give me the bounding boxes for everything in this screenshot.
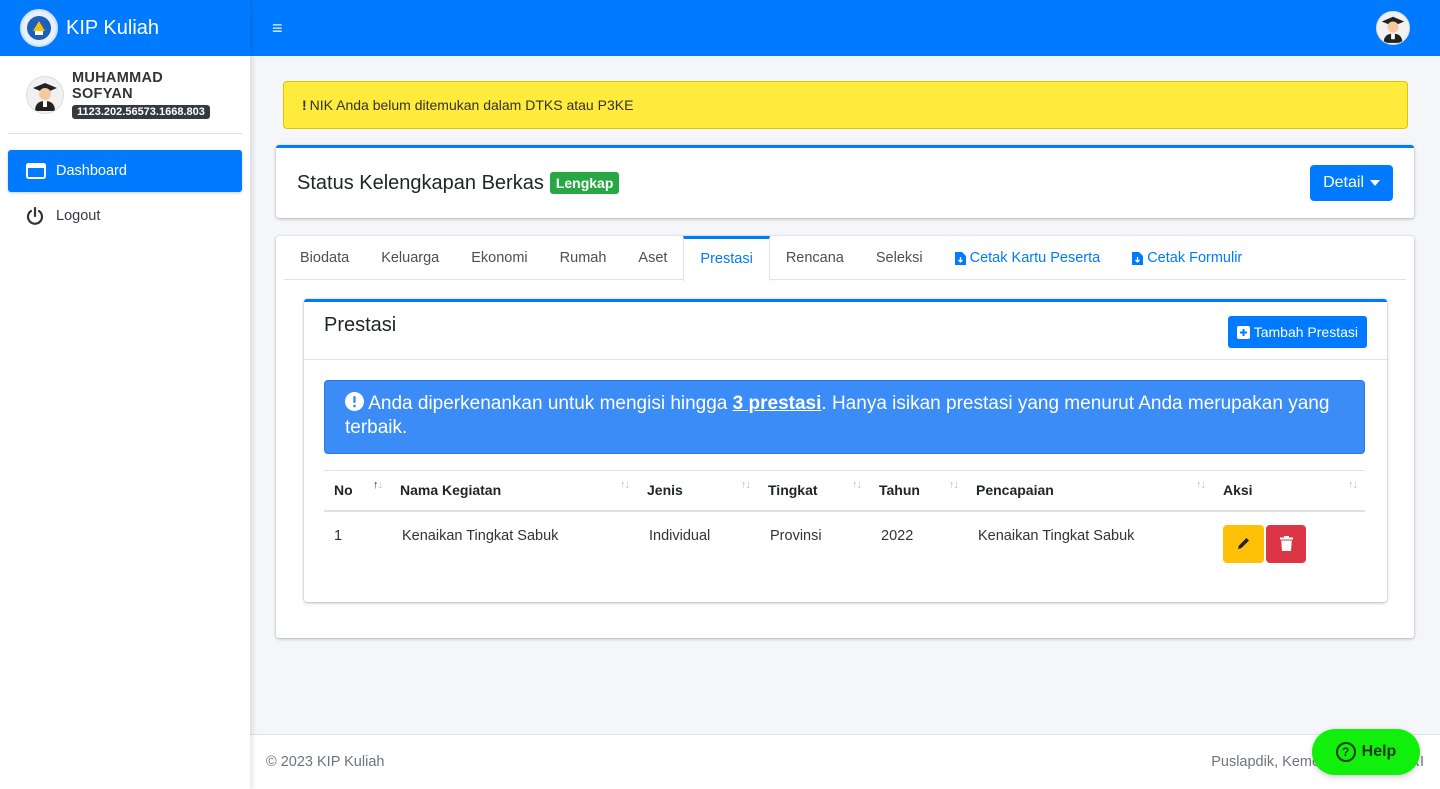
brand-title: KIP Kuliah bbox=[66, 16, 160, 39]
column-header-pencapaian[interactable]: Pencapaian ↑↓ bbox=[966, 470, 1213, 512]
sort-icon: ↑↓ bbox=[620, 479, 630, 491]
column-header-no[interactable]: No ↑↓ bbox=[324, 470, 390, 512]
user-panel: MUHAMMAD SOFYAN 1123.202.56573.1668.803 bbox=[8, 56, 242, 134]
column-header-aksi[interactable]: Aksi ↑↓ bbox=[1213, 470, 1365, 512]
cell-tingkat: Provinsi bbox=[770, 527, 822, 544]
sort-icon: ↑↓ bbox=[1348, 479, 1358, 491]
tut-wuri-logo-icon bbox=[20, 9, 58, 47]
sort-asc-icon: ↑↓ bbox=[373, 479, 383, 491]
status-title: Status Kelengkapan Berkas bbox=[297, 171, 544, 194]
user-menu-avatar[interactable] bbox=[1376, 11, 1410, 45]
cell-aksi bbox=[1213, 511, 1365, 579]
question-circle-icon: ? bbox=[1335, 742, 1356, 762]
sidebar-item-logout[interactable]: Logout bbox=[8, 195, 242, 237]
window-icon bbox=[26, 163, 48, 179]
sort-icon: ↑↓ bbox=[1196, 479, 1206, 491]
detail-button-label: Detail bbox=[1323, 174, 1364, 191]
info-text-pre: Anda diperkenankan untuk mengisi hingga bbox=[368, 393, 733, 414]
trash-icon bbox=[1279, 536, 1293, 551]
pencil-icon bbox=[1238, 538, 1249, 549]
add-prestasi-button[interactable]: Tambah Prestasi bbox=[1227, 316, 1367, 348]
table-header-row: No ↑↓ Nama Kegiatan ↑↓ Jenis ↑↓ Tingkat ↑↓ T… bbox=[324, 470, 1365, 512]
prestasi-table: No ↑↓ Nama Kegiatan ↑↓ Jenis ↑↓ Tingkat ↑↓ T… bbox=[324, 470, 1365, 579]
tab-cetak-kartu-peserta[interactable]: Cetak Kartu Peserta bbox=[939, 236, 1117, 280]
delete-button[interactable] bbox=[1266, 524, 1306, 563]
file-download-icon bbox=[954, 251, 966, 265]
status-card: Status Kelengkapan Berkas Lengkap Detail bbox=[276, 145, 1414, 218]
cell-tahun: 2022 bbox=[881, 527, 914, 544]
tab-rumah[interactable]: Rumah bbox=[544, 236, 623, 280]
detail-button[interactable]: Detail bbox=[1310, 165, 1393, 201]
status-badge: Lengkap bbox=[549, 172, 620, 194]
dtks-warning-alert: ! NIK Anda belum ditemukan dalam DTKS at… bbox=[283, 81, 1408, 129]
user-nik-badge: 1123.202.56573.1668.803 bbox=[72, 105, 210, 119]
help-button[interactable]: ? Help bbox=[1312, 729, 1420, 775]
tab-label: Biodata bbox=[300, 250, 350, 266]
cell-nama-kegiatan: Kenaikan Tingkat Sabuk bbox=[402, 527, 559, 544]
tab-label: Seleksi bbox=[875, 250, 923, 266]
tab-label: Keluarga bbox=[381, 250, 440, 266]
form-tabs: Biodata Keluarga Ekonomi Rumah Aset Pres… bbox=[284, 236, 1406, 281]
footer: © 2023 KIP Kuliah Puslapdik, Kemendikbud… bbox=[250, 734, 1440, 789]
tab-seleksi[interactable]: Seleksi bbox=[860, 236, 939, 280]
exclamation-icon: ! bbox=[302, 97, 307, 113]
sort-icon: ↑↓ bbox=[852, 479, 862, 491]
graduate-avatar-icon bbox=[26, 75, 64, 114]
column-header-tahun[interactable]: Tahun ↑↓ bbox=[869, 470, 966, 512]
power-icon bbox=[26, 207, 48, 225]
tab-biodata[interactable]: Biodata bbox=[284, 236, 365, 280]
sort-icon: ↑↓ bbox=[741, 479, 751, 491]
sidebar-item-label: Dashboard bbox=[56, 163, 127, 179]
form-card: Biodata Keluarga Ekonomi Rumah Aset Pres… bbox=[276, 236, 1414, 638]
tab-cetak-formulir[interactable]: Cetak Formulir bbox=[1116, 236, 1258, 280]
tab-label: Rumah bbox=[559, 250, 607, 266]
edit-button[interactable] bbox=[1223, 524, 1264, 563]
tab-aset[interactable]: Aset bbox=[622, 236, 683, 280]
info-text-limit: 3 prestasi bbox=[732, 393, 822, 414]
plus-square-icon bbox=[1236, 325, 1250, 339]
tab-label: Rencana bbox=[785, 250, 844, 266]
tab-keluarga[interactable]: Keluarga bbox=[365, 236, 455, 280]
prestasi-card: Prestasi Tambah Prestasi Anda diperkenan… bbox=[304, 299, 1387, 602]
cell-no: 1 bbox=[334, 527, 343, 544]
sidebar-item-dashboard[interactable]: Dashboard bbox=[8, 150, 242, 192]
sidebar-nav: Dashboard Logout bbox=[0, 134, 250, 237]
column-header-tingkat[interactable]: Tingkat ↑↓ bbox=[758, 470, 869, 512]
top-navbar: ≡ bbox=[250, 0, 1440, 56]
tab-label: Cetak Formulir bbox=[1147, 250, 1243, 266]
sidebar: KIP Kuliah MUHAMMAD SOFYAN 1123.202.5657… bbox=[0, 0, 250, 789]
caret-down-icon bbox=[1370, 180, 1380, 186]
main-content: ! NIK Anda belum ditemukan dalam DTKS at… bbox=[250, 56, 1440, 734]
user-name: MUHAMMAD SOFYAN bbox=[72, 70, 163, 102]
prestasi-title: Prestasi bbox=[324, 314, 397, 336]
file-download-icon bbox=[1132, 251, 1144, 265]
brand[interactable]: KIP Kuliah bbox=[0, 0, 250, 56]
tab-prestasi[interactable]: Prestasi bbox=[683, 236, 770, 281]
column-header-jenis[interactable]: Jenis ↑↓ bbox=[637, 470, 758, 512]
cell-pencapaian: Kenaikan Tingkat Sabuk bbox=[978, 527, 1135, 544]
help-label: Help bbox=[1361, 743, 1397, 760]
tab-label: Aset bbox=[638, 250, 668, 266]
sidebar-item-label: Logout bbox=[56, 208, 101, 224]
cell-jenis: Individual bbox=[649, 527, 711, 544]
sort-icon: ↑↓ bbox=[949, 479, 959, 491]
tab-rencana[interactable]: Rencana bbox=[770, 236, 860, 280]
footer-copyright: © 2023 KIP Kuliah bbox=[266, 754, 385, 770]
alert-text: NIK Anda belum ditemukan dalam DTKS atau… bbox=[309, 97, 634, 113]
hamburger-icon[interactable]: ≡ bbox=[272, 18, 283, 39]
tab-label: Prestasi bbox=[700, 250, 753, 267]
table-row: 1 Kenaikan Tingkat Sabuk Individual Prov… bbox=[324, 511, 1365, 579]
tab-ekonomi[interactable]: Ekonomi bbox=[455, 236, 543, 280]
tab-label: Cetak Kartu Peserta bbox=[969, 250, 1101, 266]
prestasi-info-box: Anda diperkenankan untuk mengisi hingga … bbox=[324, 380, 1365, 454]
column-header-nama[interactable]: Nama Kegiatan ↑↓ bbox=[390, 470, 637, 512]
exclamation-circle-icon bbox=[345, 392, 364, 411]
add-prestasi-label: Tambah Prestasi bbox=[1253, 324, 1358, 340]
tab-label: Ekonomi bbox=[471, 250, 528, 266]
